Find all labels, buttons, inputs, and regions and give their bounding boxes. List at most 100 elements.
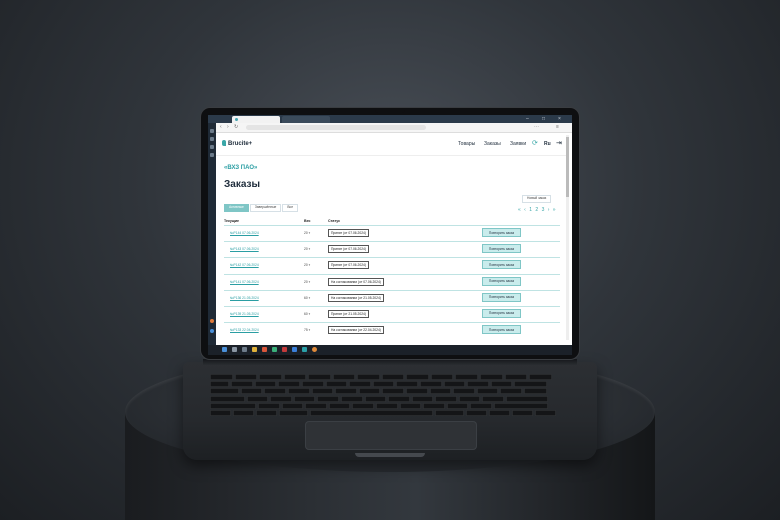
key <box>453 388 475 395</box>
key <box>388 395 410 402</box>
sidebar-icon[interactable] <box>210 153 214 157</box>
refresh-icon[interactable]: ⟳ <box>532 139 538 147</box>
key <box>429 388 452 395</box>
key <box>399 402 422 409</box>
site-logo[interactable]: Brucite+ <box>222 140 252 147</box>
app-icon[interactable] <box>302 347 307 352</box>
order-link[interactable]: №Р136 21.05.2024 <box>230 296 259 300</box>
reload-icon[interactable]: ↻ <box>234 124 238 131</box>
key <box>293 395 316 402</box>
new-order-button[interactable]: Новый заказ <box>522 195 552 203</box>
table-row: №Р141 07.06.2024 20 т На согласовании (от … <box>224 273 560 290</box>
key <box>279 410 309 416</box>
vscode-icon[interactable] <box>292 347 297 352</box>
key <box>490 381 513 388</box>
browser-tab[interactable] <box>282 116 330 123</box>
os-taskbar <box>208 345 572 355</box>
app-icon[interactable] <box>210 319 214 323</box>
key <box>435 395 457 402</box>
trackpad <box>305 421 477 450</box>
key <box>210 388 239 395</box>
close-icon[interactable]: × <box>558 116 561 122</box>
status-badge: На согласовании (от 21.05.2024) <box>328 293 384 302</box>
sidebar-icon[interactable] <box>210 129 214 133</box>
key <box>332 374 356 380</box>
key <box>210 395 245 402</box>
repeat-order-button[interactable]: Повторить заказ <box>482 260 521 270</box>
extension-icon[interactable]: ⋯ <box>534 124 539 131</box>
key <box>465 410 487 416</box>
key <box>270 395 292 402</box>
table-row: №Р143 07.06.2024 20 т Принят (от 07.06.202… <box>224 241 560 257</box>
nav-requests[interactable]: Заявки <box>510 141 526 147</box>
browser-icon[interactable] <box>312 347 317 352</box>
app-icon[interactable] <box>262 347 267 352</box>
browser-tabbar: – □ × <box>208 115 572 123</box>
app-icon[interactable] <box>210 329 214 333</box>
repeat-order-button[interactable]: Повторить заказ <box>482 244 521 254</box>
url-field[interactable] <box>246 125 426 130</box>
table-row: №Р139 21.05.2024 60 т Принят (от 21.05.202… <box>224 305 560 322</box>
key <box>240 388 263 395</box>
key <box>317 395 339 402</box>
menu-icon[interactable]: ≡ <box>556 124 559 131</box>
repeat-order-button[interactable]: Повторить заказ <box>482 325 521 335</box>
search-icon[interactable] <box>232 347 237 352</box>
order-link[interactable]: №Р133 22.04.2024 <box>230 328 259 332</box>
logout-icon[interactable]: ⇥ <box>556 139 562 147</box>
scrollbar-thumb[interactable] <box>566 137 569 197</box>
key <box>278 381 300 388</box>
order-link[interactable]: №Р144 07.06.2024 <box>230 231 259 235</box>
key <box>443 381 466 388</box>
app-icon[interactable] <box>282 347 287 352</box>
back-icon[interactable]: ‹ <box>220 124 222 131</box>
pagination[interactable]: « ‹ 1 2 3 › » <box>518 207 557 213</box>
nav-products[interactable]: Товары <box>458 141 475 147</box>
browser-tab-active[interactable] <box>232 116 280 123</box>
keyboard-row <box>210 402 548 409</box>
keyboard-row <box>210 388 547 395</box>
repeat-order-button[interactable]: Повторить заказ <box>482 308 521 318</box>
filter-completed[interactable]: Завершённые <box>249 204 282 212</box>
nav-orders[interactable]: Заказы <box>484 141 501 147</box>
sidebar-icon[interactable] <box>210 137 214 141</box>
repeat-order-button[interactable]: Повторить заказ <box>482 228 521 237</box>
repeat-order-button[interactable]: Повторить заказ <box>482 292 521 302</box>
order-filters: Активные Завершённые Все <box>224 195 299 212</box>
folder-icon[interactable] <box>252 347 257 352</box>
key <box>210 410 232 416</box>
key <box>210 381 230 388</box>
taskview-icon[interactable] <box>242 347 247 352</box>
key <box>488 410 511 416</box>
sidebar-icon[interactable] <box>210 145 214 149</box>
order-link[interactable]: №Р139 21.05.2024 <box>230 312 259 316</box>
language-switch[interactable]: Ru <box>544 141 551 147</box>
order-weight: 60 т <box>304 295 311 300</box>
minimize-icon[interactable]: – <box>526 116 529 122</box>
address-bar: ‹ › ↻ ⋯ ≡ <box>216 123 572 133</box>
keyboard-row <box>210 381 547 388</box>
logo-icon <box>222 140 226 146</box>
maximize-icon[interactable]: □ <box>542 116 545 122</box>
filter-active[interactable]: Активные <box>224 204 249 212</box>
key <box>535 410 557 416</box>
key <box>396 381 418 388</box>
page-title: Заказы <box>224 179 261 190</box>
forward-icon[interactable]: › <box>227 124 229 131</box>
orders-table: №Р144 07.06.2024 20 т Принят (от 07.06.202… <box>224 225 560 338</box>
key <box>256 410 278 416</box>
key <box>376 402 398 409</box>
repeat-order-button[interactable]: Повторить заказ <box>482 276 521 286</box>
app-icon[interactable] <box>272 347 277 352</box>
order-link[interactable]: №Р141 07.06.2024 <box>230 280 259 284</box>
key <box>310 410 433 416</box>
order-link[interactable]: №Р142 07.06.2024 <box>230 263 259 267</box>
key <box>423 402 445 409</box>
key <box>494 402 548 409</box>
order-link[interactable]: №Р143 07.06.2024 <box>230 247 259 251</box>
key <box>430 374 454 380</box>
key <box>504 374 528 380</box>
key <box>406 374 429 380</box>
start-icon[interactable] <box>222 347 227 352</box>
filter-all[interactable]: Все <box>282 204 299 212</box>
